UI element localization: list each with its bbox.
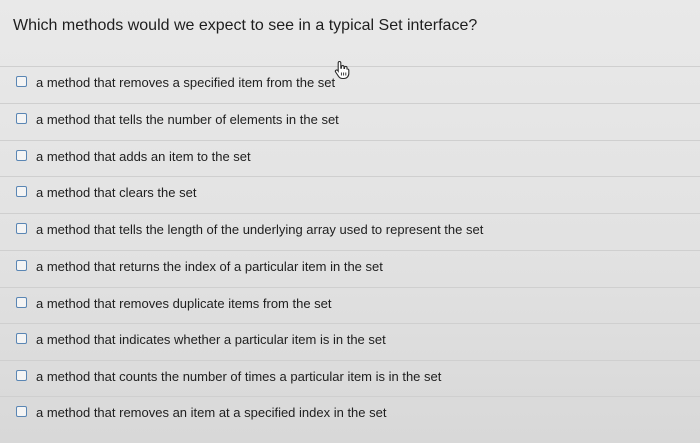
checkbox[interactable] [16, 297, 27, 308]
option-label[interactable]: a method that removes an item at a speci… [36, 405, 386, 420]
option-label[interactable]: a method that returns the index of a par… [36, 259, 383, 274]
option-label[interactable]: a method that counts the number of times… [36, 369, 441, 384]
checkbox[interactable] [16, 150, 27, 161]
option-label[interactable]: a method that removes duplicate items fr… [36, 296, 332, 311]
option-item[interactable]: a method that tells the length of the un… [0, 213, 700, 249]
option-item[interactable]: a method that removes duplicate items fr… [0, 287, 700, 323]
option-item[interactable]: a method that returns the index of a par… [0, 250, 700, 286]
option-label[interactable]: a method that tells the length of the un… [36, 222, 483, 237]
option-item[interactable]: a method that adds an item to the set [0, 140, 700, 176]
option-label[interactable]: a method that adds an item to the set [36, 149, 251, 164]
checkbox[interactable] [16, 113, 27, 124]
option-item[interactable]: a method that clears the set [0, 176, 700, 212]
option-item[interactable]: a method that indicates whether a partic… [0, 323, 700, 359]
checkbox[interactable] [16, 260, 27, 271]
checkbox[interactable] [16, 406, 27, 417]
option-label[interactable]: a method that tells the number of elemen… [36, 112, 339, 127]
option-item[interactable]: a method that removes an item at a speci… [0, 396, 700, 432]
option-item[interactable]: a method that counts the number of times… [0, 360, 700, 396]
option-label[interactable]: a method that clears the set [36, 185, 196, 200]
question-text: Which methods would we expect to see in … [13, 17, 478, 34]
checkbox[interactable] [16, 76, 27, 87]
checkbox[interactable] [16, 370, 27, 381]
option-label[interactable]: a method that indicates whether a partic… [36, 332, 386, 347]
checkbox[interactable] [16, 186, 27, 197]
option-label[interactable]: a method that removes a specified item f… [36, 75, 335, 90]
checkbox[interactable] [16, 223, 27, 234]
checkbox[interactable] [16, 333, 27, 344]
quiz-question-page: Which methods would we expect to see in … [0, 0, 700, 443]
option-item[interactable]: a method that tells the number of elemen… [0, 103, 700, 139]
hand-pointer-icon [334, 60, 350, 80]
